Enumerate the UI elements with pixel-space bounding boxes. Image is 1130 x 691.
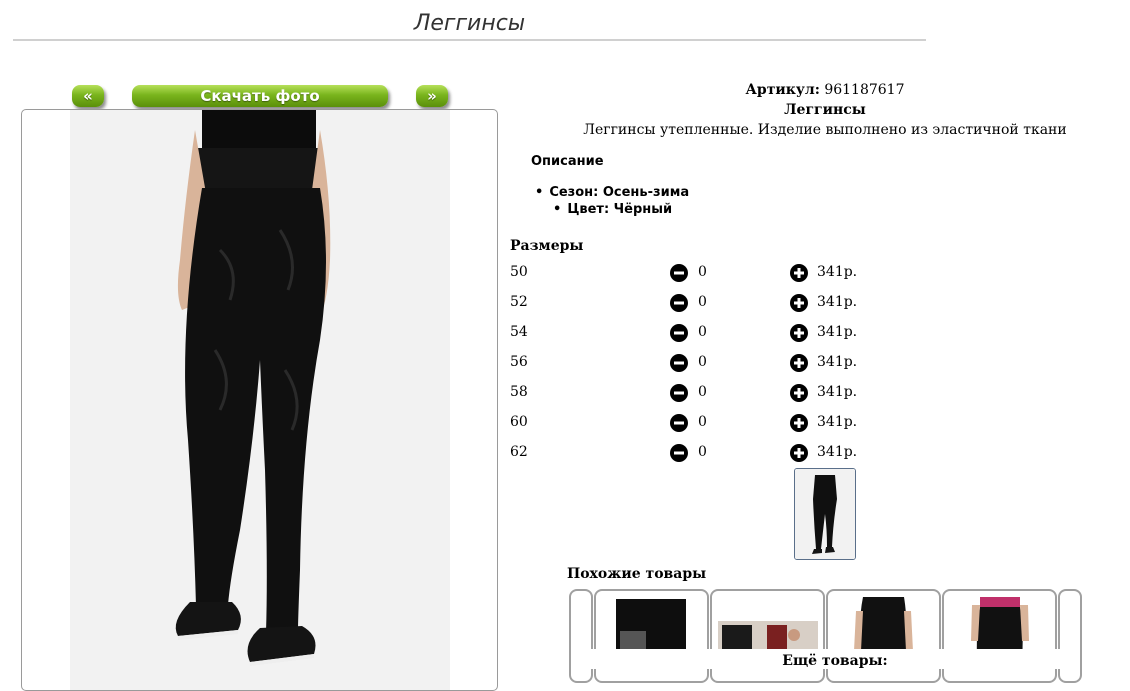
- plus-circle-icon[interactable]: [790, 324, 808, 342]
- size-row: 52 0 341р.: [510, 294, 910, 314]
- plus-circle-icon[interactable]: [790, 414, 808, 432]
- size-label: 56: [510, 354, 528, 370]
- price-value: 341р.: [817, 444, 858, 460]
- price-value: 341р.: [817, 264, 858, 280]
- article-line: Артикул: 961187617: [500, 82, 1130, 98]
- size-row: 50 0 341р.: [510, 264, 910, 284]
- thumbnail-image: [795, 469, 855, 559]
- size-label: 60: [510, 414, 528, 430]
- product-short-description: Леггинсы утепленные. Изделие выполнено и…: [583, 122, 1067, 138]
- size-label: 52: [510, 294, 528, 310]
- size-label: 54: [510, 324, 528, 340]
- size-label: 50: [510, 264, 528, 280]
- price-value: 341р.: [817, 294, 858, 310]
- price-value: 341р.: [817, 354, 858, 370]
- minus-circle-icon[interactable]: [670, 294, 688, 312]
- more-products-label[interactable]: Ещё товары:: [590, 649, 1080, 669]
- minus-circle-icon[interactable]: [670, 384, 688, 402]
- quantity-value: 0: [698, 414, 707, 430]
- quantity-value: 0: [698, 444, 707, 460]
- article-value: 961187617: [824, 82, 905, 98]
- plus-circle-icon[interactable]: [790, 294, 808, 312]
- product-name: Леггинсы: [784, 102, 866, 118]
- size-row: 54 0 341р.: [510, 324, 910, 344]
- similar-products-heading: Похожие товары: [567, 566, 707, 582]
- next-photo-button[interactable]: »: [416, 85, 448, 107]
- minus-circle-icon[interactable]: [670, 354, 688, 372]
- minus-circle-icon[interactable]: [670, 414, 688, 432]
- plus-circle-icon[interactable]: [790, 384, 808, 402]
- product-thumbnail[interactable]: [794, 468, 856, 560]
- download-photo-button[interactable]: Скачать фото: [132, 85, 388, 107]
- description-heading: Описание: [531, 154, 604, 169]
- product-photo-image: [70, 110, 450, 690]
- minus-circle-icon[interactable]: [670, 444, 688, 462]
- size-label: 58: [510, 384, 528, 400]
- minus-circle-icon[interactable]: [670, 264, 688, 282]
- product-photo: [21, 109, 498, 691]
- prev-photo-button[interactable]: «: [72, 85, 104, 107]
- quantity-value: 0: [698, 264, 707, 280]
- price-value: 341р.: [817, 414, 858, 430]
- price-value: 341р.: [817, 384, 858, 400]
- page-title: Леггинсы: [13, 8, 926, 41]
- size-label: 62: [510, 444, 528, 460]
- sizes-heading: Размеры: [510, 238, 584, 254]
- quantity-value: 0: [698, 294, 707, 310]
- size-row: 58 0 341р.: [510, 384, 910, 404]
- size-row: 60 0 341р.: [510, 414, 910, 434]
- quantity-value: 0: [698, 384, 707, 400]
- size-row: 62 0 341р.: [510, 444, 910, 464]
- price-value: 341р.: [817, 324, 858, 340]
- plus-circle-icon[interactable]: [790, 354, 808, 372]
- plus-circle-icon[interactable]: [790, 264, 808, 282]
- quantity-value: 0: [698, 354, 707, 370]
- attribute-color: Цвет: Чёрный: [553, 202, 672, 217]
- size-row: 56 0 341р.: [510, 354, 910, 374]
- attribute-season: Сезон: Осень-зима: [535, 185, 689, 200]
- minus-circle-icon[interactable]: [670, 324, 688, 342]
- article-label: Артикул:: [745, 82, 820, 98]
- quantity-value: 0: [698, 324, 707, 340]
- plus-circle-icon[interactable]: [790, 444, 808, 462]
